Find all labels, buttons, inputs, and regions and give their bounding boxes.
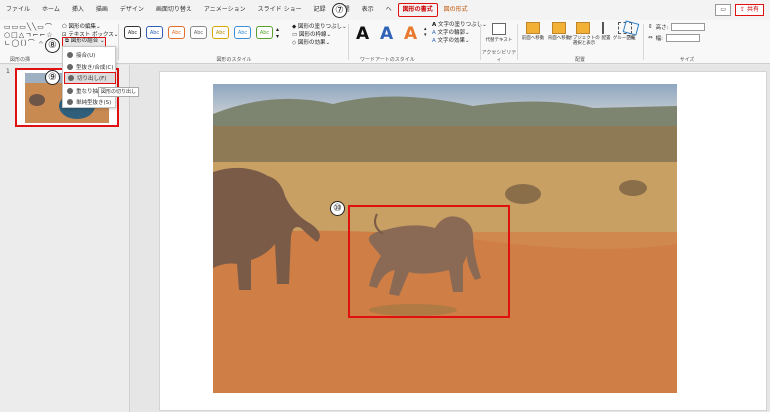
slide-thumbnail-panel: 1 bbox=[0, 65, 130, 412]
powerpoint-window: ファイル ホーム 挿入 描画 デザイン 画面切り替え アニメーション スライド … bbox=[0, 0, 770, 412]
wordart-label: ワードアートのスタイル bbox=[360, 57, 415, 63]
shape-styles-label: 図形のスタイル bbox=[216, 57, 252, 63]
accessibility-group: 代替テキスト アクセシビリティ bbox=[481, 20, 517, 64]
height-field[interactable] bbox=[671, 23, 706, 31]
width-row: ⇔ 幅: bbox=[648, 34, 700, 42]
comment-icon[interactable]: ▭ bbox=[715, 4, 732, 16]
tab-home[interactable]: ホーム bbox=[36, 0, 66, 20]
text-fill-button[interactable]: A 文字の塗りつぶし⌄ bbox=[432, 20, 487, 28]
fragment-tooltip: 図形の切り出し bbox=[98, 87, 140, 97]
slide-canvas bbox=[131, 65, 770, 412]
combine-shapes-menu: 接合(U) 型抜き/合成(C) 切り出し(F) 重なり抽出(I) 単純型抜き(S… bbox=[62, 46, 116, 108]
abc-style-icon[interactable]: Abc bbox=[168, 26, 185, 39]
width-label: 幅: bbox=[655, 36, 663, 42]
separator bbox=[118, 24, 119, 60]
height-label: 高さ: bbox=[655, 25, 669, 31]
styles-scroll-icon[interactable]: ▴ ▾ bbox=[276, 26, 279, 40]
combine-item-label: 型抜き/合成(C) bbox=[76, 65, 114, 71]
rotate-icon[interactable] bbox=[622, 20, 640, 36]
wordart-a-icon[interactable]: A bbox=[404, 24, 417, 44]
shape-effect-button[interactable]: ◇ 図形の効果⌄ bbox=[292, 38, 330, 46]
slide bbox=[159, 71, 767, 411]
shape-styles-group: Abc Abc Abc Abc Abc Abc Abc ▴ ▾ ◆ 図形の塗りつぶ… bbox=[120, 20, 348, 64]
menu-bar: ファイル ホーム 挿入 描画 デザイン 画面切り替え アニメーション スライド … bbox=[0, 0, 770, 20]
tab-view[interactable]: 表示 bbox=[356, 0, 380, 20]
insert-group-label: 図形の挿 bbox=[10, 57, 31, 63]
shape-outline-button[interactable]: ▭ 図形の枠線⌄ bbox=[292, 30, 331, 38]
abc-style-icon[interactable]: Abc bbox=[234, 26, 251, 39]
subtract-icon bbox=[67, 99, 73, 105]
rotate-group: 回転 bbox=[620, 20, 642, 64]
tab-transitions[interactable]: 画面切り替え bbox=[150, 0, 198, 20]
edit-shape-button[interactable]: ⬠ 図形の編集⌄ bbox=[62, 22, 101, 30]
union-label: 接合(U) bbox=[76, 53, 96, 59]
fragment-label: 切り出し(F) bbox=[77, 76, 107, 82]
width-icon: ⇔ bbox=[648, 35, 653, 41]
share-label: 共有 bbox=[746, 6, 759, 13]
alt-text-icon[interactable] bbox=[492, 23, 506, 35]
selection-pane-label[interactable]: オブジェクトの選択と表示 bbox=[568, 36, 600, 46]
alt-text-label[interactable]: 代替テキスト bbox=[481, 38, 517, 43]
tab-slideshow[interactable]: スライド ショー bbox=[252, 0, 308, 20]
abc-style-icon[interactable]: Abc bbox=[124, 26, 141, 39]
rotate-label[interactable]: 回転 bbox=[620, 36, 642, 41]
wordart-group: A A A ▴ ▾ A 文字の塗りつぶし⌄ A 文字の輪郭⌄ A 文字の効果⌄ ワ… bbox=[350, 20, 487, 64]
height-icon: ⇕ bbox=[648, 24, 653, 30]
abc-style-icon[interactable]: Abc bbox=[146, 26, 163, 39]
bring-forward-icon[interactable] bbox=[526, 22, 540, 34]
share-button[interactable]: ⇪ 共有 bbox=[735, 4, 764, 16]
separator bbox=[348, 24, 349, 60]
wordart-a-icon[interactable]: A bbox=[356, 24, 369, 44]
menu-item-combine[interactable]: 型抜き/合成(C) bbox=[67, 63, 114, 71]
callout-8: ⑧ bbox=[45, 38, 60, 53]
selection-pane-icon[interactable] bbox=[576, 22, 590, 34]
size-group: ⇕ 高さ: ⇔ 幅: サイズ bbox=[644, 20, 770, 64]
send-backward-icon[interactable] bbox=[552, 22, 566, 34]
union-icon bbox=[67, 52, 73, 58]
tab-record[interactable]: 記録 bbox=[308, 0, 332, 20]
height-row: ⇕ 高さ: bbox=[648, 23, 706, 31]
combine-icon bbox=[67, 64, 73, 70]
shape-fill-button[interactable]: ◆ 図形の塗りつぶし⌄ bbox=[292, 22, 347, 30]
tab-help[interactable]: ヘ bbox=[380, 0, 398, 20]
tab-shape-format[interactable]: 図形の書式 bbox=[397, 3, 438, 17]
subtract-label: 単純型抜き(S) bbox=[76, 100, 112, 106]
menu-item-fragment[interactable]: 切り出し(F) bbox=[64, 72, 116, 84]
tab-animations[interactable]: アニメーション bbox=[198, 0, 252, 20]
abc-style-icon[interactable]: Abc bbox=[256, 26, 273, 39]
callout-7: ⑦ bbox=[332, 3, 347, 18]
intersect-icon bbox=[67, 88, 73, 94]
size-label: サイズ bbox=[679, 57, 695, 63]
wordart-scroll-icon[interactable]: ▴ ▾ bbox=[424, 26, 427, 38]
tab-picture-format[interactable]: 図の形式 bbox=[438, 0, 474, 20]
slide-number: 1 bbox=[6, 68, 10, 75]
text-outline-button[interactable]: A 文字の輪郭⌄ bbox=[432, 28, 470, 36]
wordart-a-icon[interactable]: A bbox=[380, 24, 393, 44]
abc-style-icon[interactable]: Abc bbox=[190, 26, 207, 39]
tab-insert[interactable]: 挿入 bbox=[66, 0, 90, 20]
effect-label: 図形の効果 bbox=[297, 40, 326, 46]
accessibility-label: アクセシビリティ bbox=[481, 50, 517, 63]
menu-item-subtract[interactable]: 単純型抜き(S) bbox=[67, 98, 111, 106]
tab-draw[interactable]: 描画 bbox=[90, 0, 114, 20]
tab-design[interactable]: デザイン bbox=[114, 0, 150, 20]
abc-style-icon[interactable]: Abc bbox=[212, 26, 229, 39]
text-effect-label: 文字の効果 bbox=[437, 38, 466, 44]
callout-10: ⑩ bbox=[330, 201, 345, 216]
menu-right: ▭ ⇪ 共有 bbox=[715, 4, 770, 16]
menu-item-union[interactable]: 接合(U) bbox=[67, 51, 95, 59]
width-field[interactable] bbox=[665, 34, 700, 42]
fragment-icon bbox=[68, 75, 74, 81]
combine-label: 図形の結合 bbox=[70, 38, 99, 44]
tab-file[interactable]: ファイル bbox=[0, 0, 36, 20]
text-effect-button[interactable]: A 文字の効果⌄ bbox=[432, 36, 470, 44]
callout-9: ⑨ bbox=[45, 70, 60, 85]
align-icon[interactable] bbox=[602, 22, 616, 34]
crop-selection-rectangle[interactable] bbox=[348, 205, 510, 318]
